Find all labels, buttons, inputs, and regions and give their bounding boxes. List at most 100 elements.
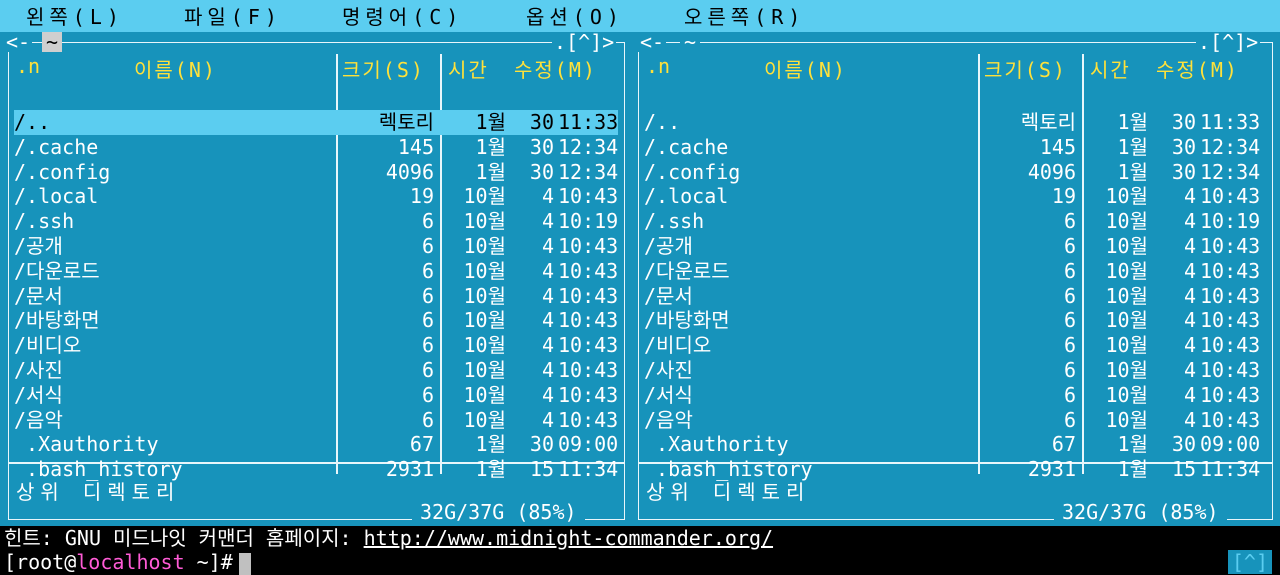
left-history-button[interactable]: <-: [4, 32, 33, 52]
file-row[interactable]: /.local 19 10월 4 10:43: [644, 184, 1264, 209]
file-row[interactable]: .Xauthority 67 1월 30 09:00: [644, 432, 1264, 457]
file-row[interactable]: /.config 4096 1월 30 12:34: [14, 160, 618, 185]
menu-right[interactable]: 오른쪽(R): [684, 4, 805, 30]
file-row[interactable]: /사진 6 10월 4 10:43: [14, 358, 618, 383]
file-name: /.config: [644, 159, 741, 184]
file-row[interactable]: /.. 렉토리 1월 30 11:33: [644, 110, 1264, 135]
left-header-size[interactable]: 크기(S): [342, 54, 425, 83]
right-header-size[interactable]: 크기(S): [984, 54, 1067, 83]
left-header-name[interactable]: 이름(N): [134, 54, 217, 83]
file-name: /.local: [14, 184, 99, 209]
file-time: 10:43: [558, 358, 619, 382]
file-row[interactable]: /음악 6 10월 4 10:43: [644, 408, 1264, 433]
file-row[interactable]: .Xauthority 67 1월 30 09:00: [14, 432, 618, 457]
menu-file[interactable]: 파일(F): [184, 4, 282, 30]
file-row[interactable]: /문서 6 10월 4 10:43: [14, 284, 618, 309]
menu-command[interactable]: 명령어(C): [342, 4, 463, 30]
right-panel[interactable]: <- ~ .[^]> .n 이름(N) 크기(S) 시간 수정(M) /.. 렉토…: [630, 32, 1280, 526]
left-panel[interactable]: <- ~ .[^]> .n 이름(N) 크기(S) 시간 수정(M) /.. 렉토…: [0, 32, 630, 526]
shell-prompt[interactable]: [root@localhost ~]#: [0, 550, 1280, 575]
file-month: 1월: [1117, 457, 1148, 482]
hint-link[interactable]: http://www.midnight-commander.org/: [364, 526, 773, 550]
file-row[interactable]: /공개 6 10월 4 10:43: [644, 234, 1264, 259]
file-name: /문서: [644, 283, 693, 308]
file-row[interactable]: /비디오 6 10월 4 10:43: [644, 333, 1264, 358]
file-size: 6: [421, 234, 434, 258]
file-time: 10:43: [558, 308, 619, 333]
file-month: 1월: [1117, 432, 1148, 457]
menu-options[interactable]: 옵션(O): [526, 4, 624, 30]
left-panel-controls[interactable]: .[^]>: [552, 32, 617, 52]
file-name: /비디오: [14, 333, 82, 358]
corner-indicator[interactable]: [^]: [1227, 550, 1272, 574]
file-row[interactable]: /서식 6 10월 4 10:43: [644, 383, 1264, 408]
file-month: 10월: [463, 258, 506, 283]
right-header-name[interactable]: 이름(N): [764, 54, 847, 83]
file-row[interactable]: /다운로드 6 10월 4 10:43: [644, 259, 1264, 284]
file-size: 6: [421, 407, 434, 432]
file-day: 30: [1171, 134, 1196, 159]
file-size: 145: [397, 134, 434, 159]
left-path-label[interactable]: ~: [42, 32, 63, 52]
file-row[interactable]: /.cache 145 1월 30 12:34: [14, 135, 618, 160]
file-row[interactable]: /.local 19 10월 4 10:43: [14, 184, 618, 209]
prompt-rest: ~]#: [184, 550, 233, 574]
file-day: 4: [541, 184, 554, 209]
file-row[interactable]: /서식 6 10월 4 10:43: [14, 383, 618, 408]
file-day: 4: [541, 333, 554, 358]
file-time: 10:43: [1200, 283, 1261, 308]
file-month: 1월: [1117, 110, 1148, 134]
file-time: 11:33: [558, 110, 619, 134]
file-month: 10월: [463, 308, 506, 333]
file-time: 10:43: [1200, 234, 1261, 258]
file-row[interactable]: /바탕화면 6 10월 4 10:43: [14, 308, 618, 333]
left-header-modified[interactable]: 수정(M): [514, 54, 597, 83]
file-name: /서식: [644, 382, 693, 407]
file-name: /바탕화면: [644, 308, 730, 333]
file-row[interactable]: /다운로드 6 10월 4 10:43: [14, 259, 618, 284]
file-row[interactable]: /문서 6 10월 4 10:43: [644, 284, 1264, 309]
file-row[interactable]: /바탕화면 6 10월 4 10:43: [644, 308, 1264, 333]
file-month: 1월: [475, 134, 506, 159]
file-month: 10월: [1105, 234, 1148, 258]
file-time: 10:19: [558, 209, 619, 234]
file-time: 11:33: [1200, 110, 1261, 134]
panels-area: <- ~ .[^]> .n 이름(N) 크기(S) 시간 수정(M) /.. 렉토…: [0, 32, 1280, 526]
file-row[interactable]: /공개 6 10월 4 10:43: [14, 234, 618, 259]
file-row[interactable]: /.ssh 6 10월 4 10:19: [644, 209, 1264, 234]
file-size: 6: [1063, 333, 1076, 358]
file-day: 4: [541, 308, 554, 333]
file-size: 19: [409, 184, 434, 209]
right-sort-indicator[interactable]: .n: [646, 54, 670, 78]
right-header-time[interactable]: 시간: [1090, 54, 1131, 83]
left-sort-indicator[interactable]: .n: [16, 54, 40, 78]
file-size: 6: [1063, 358, 1076, 382]
file-size: 6: [1063, 283, 1076, 308]
right-panel-controls[interactable]: .[^]>: [1196, 32, 1261, 52]
file-row[interactable]: /비디오 6 10월 4 10:43: [14, 333, 618, 358]
prompt-open: [root@: [4, 550, 77, 574]
file-day: 30: [529, 159, 554, 184]
file-size: 4096: [1027, 159, 1076, 184]
file-name: /공개: [14, 234, 63, 258]
file-month: 1월: [475, 432, 506, 457]
file-row[interactable]: /음악 6 10월 4 10:43: [14, 408, 618, 433]
file-row[interactable]: /.config 4096 1월 30 12:34: [644, 160, 1264, 185]
file-month: 10월: [463, 234, 506, 258]
file-day: 4: [1183, 209, 1196, 234]
left-status-text: 상위 디렉토리: [16, 480, 181, 504]
right-history-button[interactable]: <-: [638, 32, 667, 52]
file-name: /다운로드: [644, 258, 730, 283]
file-month: 10월: [1105, 209, 1148, 234]
file-row[interactable]: /.. 렉토리 1월 30 11:33: [14, 110, 618, 135]
file-name: /서식: [14, 382, 63, 407]
menu-left[interactable]: 왼쪽(L): [26, 4, 124, 30]
file-size: 19: [1051, 184, 1076, 209]
file-row[interactable]: /.cache 145 1월 30 12:34: [644, 135, 1264, 160]
text-cursor[interactable]: [238, 552, 251, 575]
left-header-time[interactable]: 시간: [448, 54, 489, 83]
file-row[interactable]: /.ssh 6 10월 4 10:19: [14, 209, 618, 234]
right-path-label[interactable]: ~: [680, 32, 701, 52]
right-header-modified[interactable]: 수정(M): [1156, 54, 1239, 83]
file-row[interactable]: /사진 6 10월 4 10:43: [644, 358, 1264, 383]
